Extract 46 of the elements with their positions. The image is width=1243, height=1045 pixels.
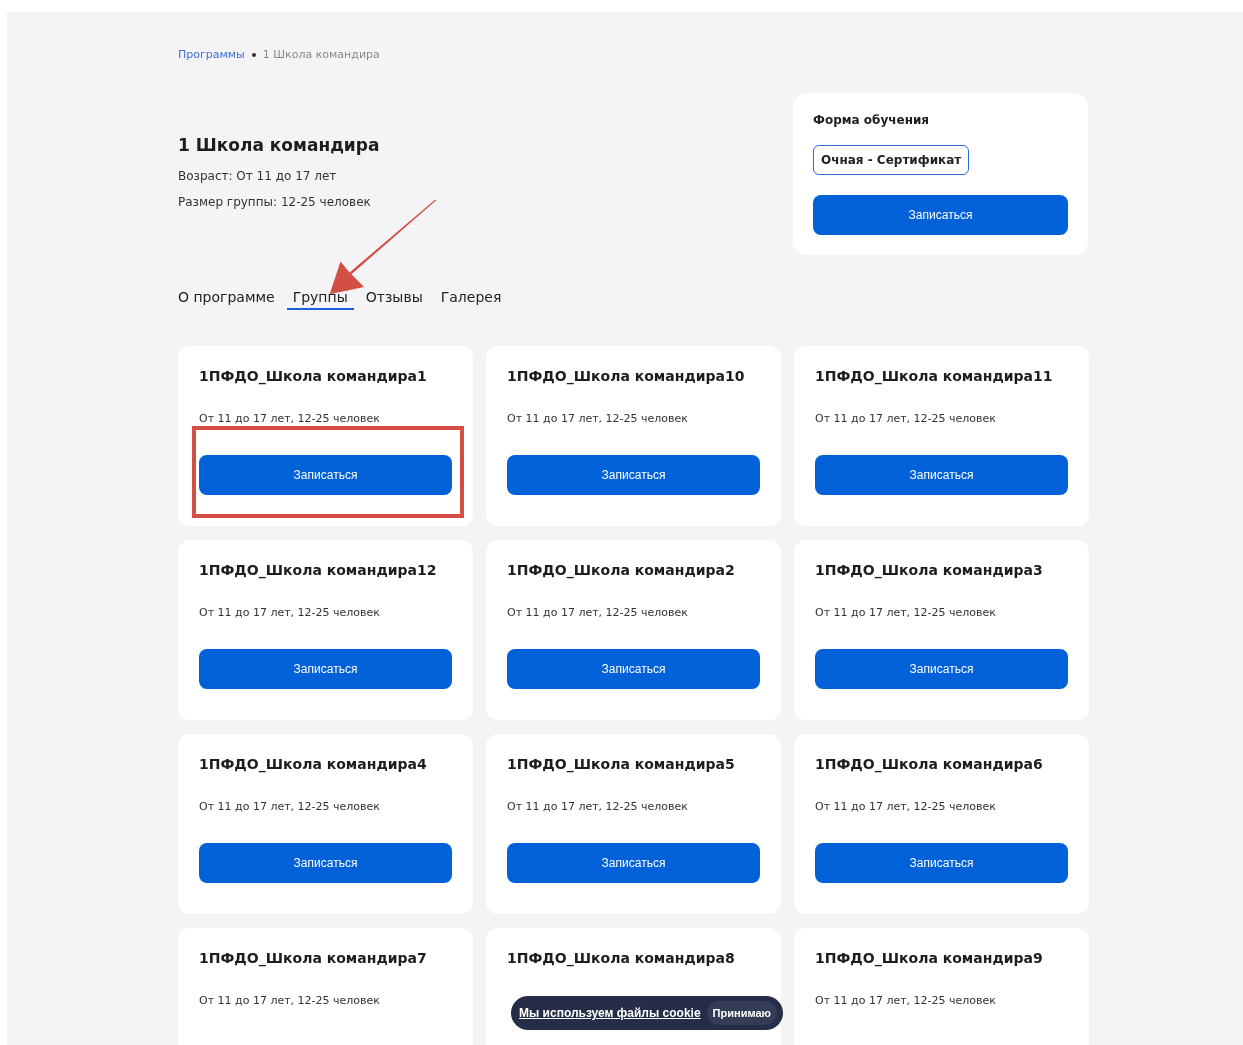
breadcrumb-link[interactable]: Программы: [178, 48, 245, 61]
breadcrumb-current: 1 Школа командира: [262, 48, 380, 61]
group-title: 1ПФДО_Школа командира2: [507, 562, 736, 578]
group-details: От 11 до 17 лет, 12-25 человек: [199, 606, 380, 619]
group-details: От 11 до 17 лет, 12-25 человек: [815, 606, 996, 619]
group-title: 1ПФДО_Школа командира1: [199, 368, 428, 384]
enroll-button[interactable]: Записаться: [815, 649, 1068, 689]
group-title: 1ПФДО_Школа командира9: [815, 950, 1044, 966]
group-details: От 11 до 17 лет, 12-25 человек: [815, 800, 996, 813]
group-title: 1ПФДО_Школа командира10: [507, 368, 746, 384]
tab[interactable]: О программе: [178, 285, 281, 310]
group-title: 1ПФДО_Школа командира3: [815, 562, 1044, 578]
group-details: От 11 до 17 лет, 12-25 человек: [199, 994, 380, 1007]
form-label: Форма обучения: [813, 113, 931, 127]
tab[interactable]: Галерея: [434, 285, 508, 310]
group-details: От 11 до 17 лет, 12-25 человек: [507, 412, 688, 425]
group-title: 1ПФДО_Школа командира4: [199, 756, 428, 772]
group-title: 1ПФДО_Школа командира11: [815, 368, 1054, 384]
enroll-button[interactable]: Записаться: [507, 455, 760, 495]
cookie-link[interactable]: Мы используем файлы cookie: [519, 1006, 701, 1020]
enroll-button[interactable]: Записаться: [199, 649, 452, 689]
group-title: 1ПФДО_Школа командира5: [507, 756, 736, 772]
enroll-button[interactable]: Записаться: [507, 649, 760, 689]
group-details: От 11 до 17 лет, 12-25 человек: [815, 994, 996, 1007]
enroll-button[interactable]: Записаться: [815, 455, 1068, 495]
group-details: От 11 до 17 лет, 12-25 человек: [199, 800, 380, 813]
enroll-button[interactable]: Записаться: [507, 843, 760, 883]
group-title: 1ПФДО_Школа командира8: [507, 950, 736, 966]
program-fact: Возраст: От 11 до 17 лет: [178, 169, 338, 183]
program-title: 1 Школа командира: [178, 135, 380, 155]
form-option[interactable]: Очная - Сертификат: [813, 145, 970, 175]
breadcrumb-separator-icon: [251, 52, 256, 57]
enroll-button[interactable]: Записаться: [815, 843, 1068, 883]
group-details: От 11 до 17 лет, 12-25 человек: [199, 412, 380, 425]
enroll-button[interactable]: Записаться: [199, 455, 452, 495]
group-details: От 11 до 17 лет, 12-25 человек: [507, 800, 688, 813]
enroll-button[interactable]: Записаться: [813, 195, 1068, 235]
program-fact: Размер группы: 12-25 человек: [178, 195, 372, 209]
group-details: От 11 до 17 лет, 12-25 человек: [815, 412, 996, 425]
accept-button[interactable]: Принимаю: [706, 1001, 777, 1025]
group-title: 1ПФДО_Школа командира12: [199, 562, 438, 578]
enroll-button[interactable]: Записаться: [199, 843, 452, 883]
group-details: От 11 до 17 лет, 12-25 человек: [507, 606, 688, 619]
tab[interactable]: Отзывы: [359, 285, 429, 310]
group-title: 1ПФДО_Школа командира7: [199, 950, 428, 966]
group-title: 1ПФДО_Школа командира6: [815, 756, 1044, 772]
